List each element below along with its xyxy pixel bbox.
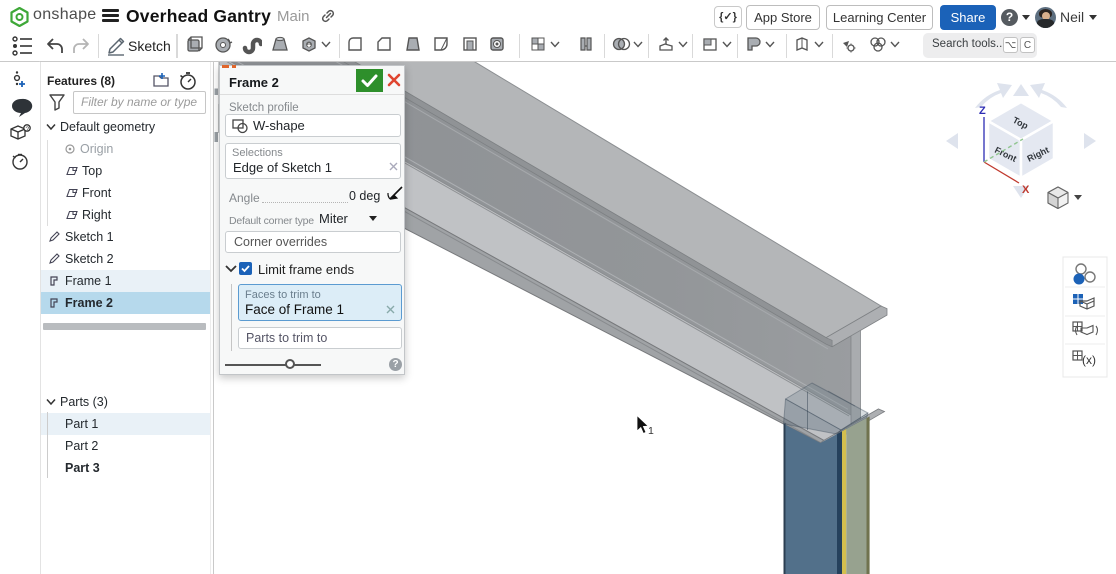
- svg-text:1: 1: [648, 425, 654, 437]
- svg-text:X: X: [1022, 184, 1030, 196]
- svg-text:?: ?: [26, 126, 30, 133]
- svg-text:Z: Z: [979, 105, 986, 117]
- svg-text:(x): (x): [1082, 353, 1096, 367]
